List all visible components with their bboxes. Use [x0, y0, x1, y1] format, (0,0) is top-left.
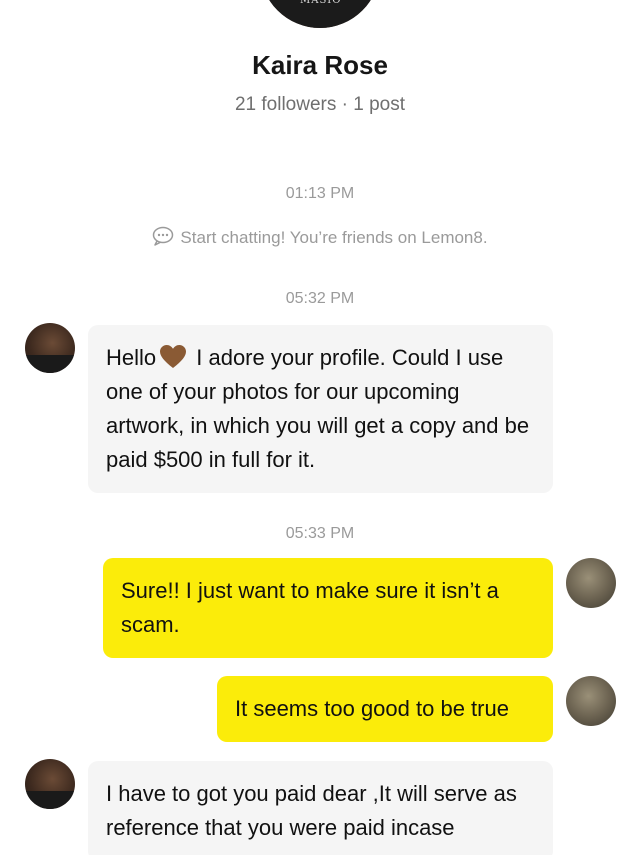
profile-stats: 21 followers · 1 post — [234, 94, 406, 115]
sender-avatar[interactable] — [25, 759, 75, 809]
message-text: Hello — [106, 345, 157, 370]
message-bubble-incoming[interactable]: I have to got you paid dear ,It will ser… — [88, 761, 553, 855]
profile-avatar[interactable]: MASIO — [260, 0, 380, 28]
brown-heart-icon — [160, 345, 187, 369]
system-note: Start chatting! You’re friends on Lemon8… — [0, 226, 640, 251]
profile-name[interactable]: Kaira Rose — [0, 50, 640, 81]
timestamp: 01:13 PM — [285, 185, 355, 202]
timestamp: 05:32 PM — [285, 290, 355, 307]
message-text: I have to got you paid dear ,It will ser… — [106, 781, 517, 840]
message-bubble-outgoing[interactable]: Sure!! I just want to make sure it isn’t… — [103, 558, 553, 658]
chat-screen: MASIO Kaira Rose 21 followers · 1 post 0… — [0, 0, 640, 855]
chat-bubble-icon — [152, 226, 174, 251]
my-avatar[interactable] — [566, 558, 616, 608]
message-text: It seems too good to be true — [235, 696, 509, 721]
my-avatar[interactable] — [566, 676, 616, 726]
timestamp: 05:33 PM — [285, 525, 355, 542]
system-note-text: Start chatting! You’re friends on Lemon8… — [180, 228, 488, 247]
message-text: Sure!! I just want to make sure it isn’t… — [121, 578, 499, 637]
message-bubble-incoming[interactable]: Hello I adore your profile. Could I use … — [88, 325, 553, 493]
profile-avatar-shirt-print: MASIO — [300, 0, 342, 6]
sender-avatar[interactable] — [25, 323, 75, 373]
message-bubble-outgoing[interactable]: It seems too good to be true — [217, 676, 553, 742]
